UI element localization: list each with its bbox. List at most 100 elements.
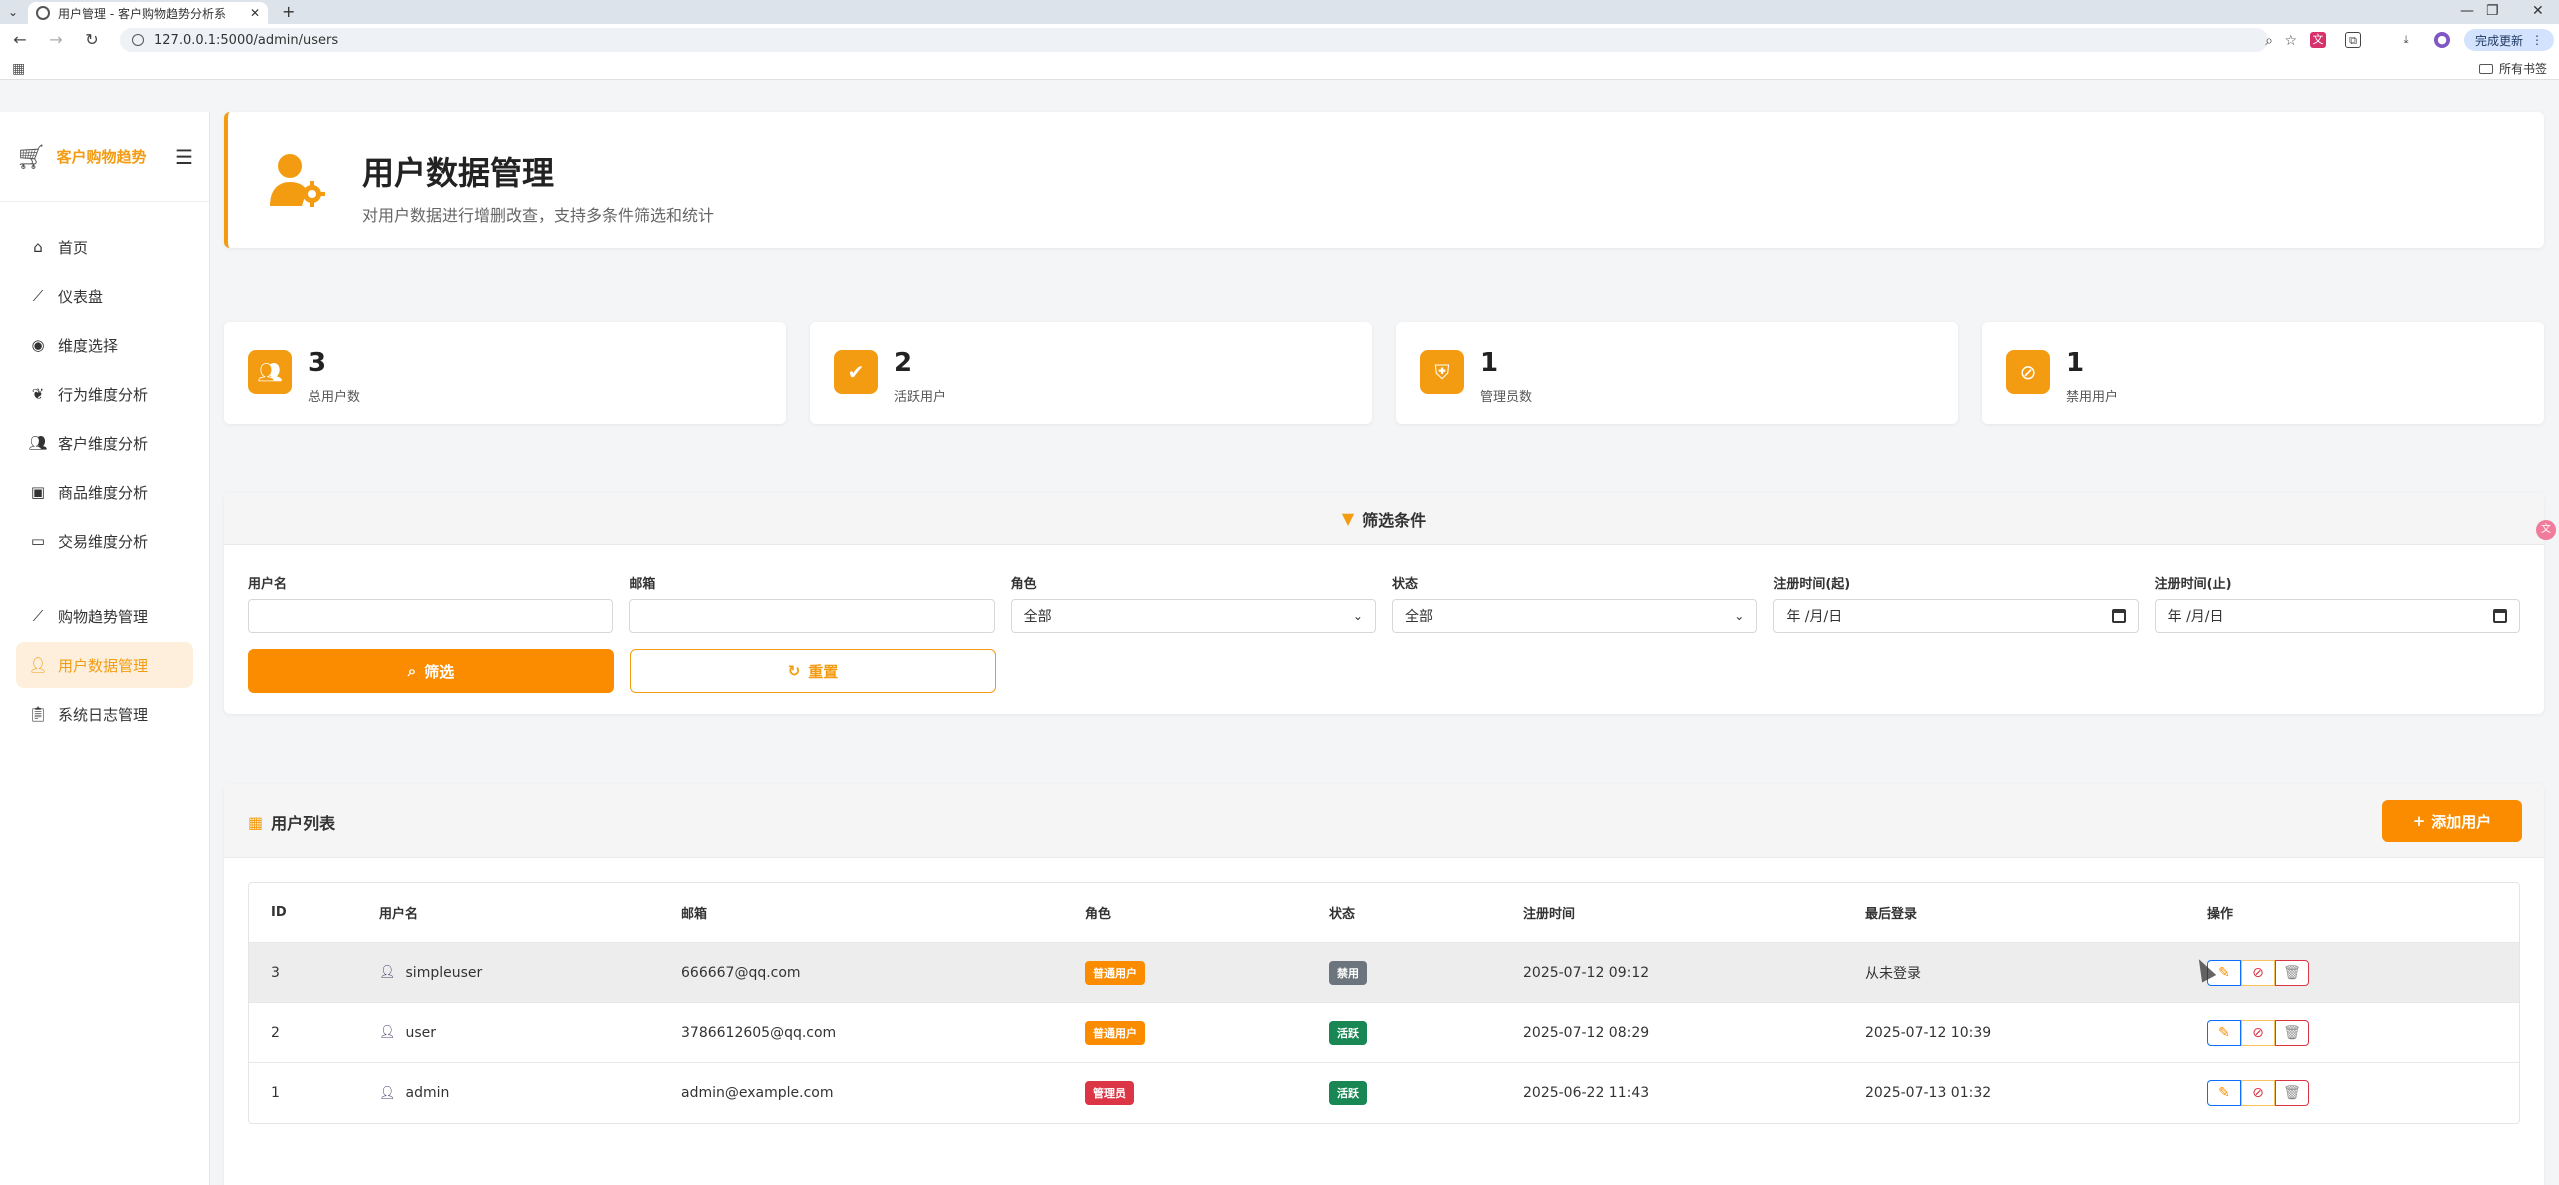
table-row[interactable]: 1 👤︎ admin admin@example.com 管理员 活跃 2025-… [249, 1063, 2519, 1123]
update-label: 完成更新 [2474, 33, 2523, 48]
brand: 🛒︎ 客户购物趋势 ☰ [0, 112, 209, 202]
column-header: 操作 [2207, 907, 2234, 922]
user-shield-icon: ⛨ [1420, 350, 1464, 394]
cell-last-login: 2025-07-12 10:39 [1865, 1024, 1992, 1041]
delete-button[interactable]: 🗑︎ [2275, 1080, 2309, 1106]
cell-registered: 2025-06-22 11:43 [1523, 1085, 1650, 1101]
page-title: 用户数据管理 [362, 154, 555, 192]
forward-icon[interactable]: → [46, 30, 66, 50]
restore-icon[interactable]: ❐ [2486, 3, 2499, 19]
translate-extension-icon[interactable]: 文 [2536, 520, 2556, 540]
table-header-row: ID 用户名 邮箱 角色 状态 注册时间 最后登录 操作 [249, 883, 2519, 943]
new-tab-icon[interactable]: + [282, 2, 295, 21]
delete-button[interactable]: 🗑︎ [2275, 1019, 2309, 1046]
apps-grid-icon[interactable]: ▦ [12, 61, 25, 77]
cell-status: 活跃 [1329, 1081, 1523, 1105]
edit-button[interactable]: ✎ [2207, 1080, 2241, 1106]
sidebar-item-customer-analysis[interactable]: 👥︎ 客户维度分析 [16, 420, 193, 466]
credit-card-icon: ▭ [30, 532, 46, 550]
minimize-icon[interactable]: — [2460, 3, 2474, 19]
hamburger-menu-icon[interactable]: ☰ [175, 145, 193, 169]
cell-email: admin@example.com [681, 1085, 834, 1101]
search-icon: ⌕ [407, 662, 417, 680]
stat-label: 管理员数 [1480, 390, 1533, 405]
toggle-ban-button[interactable]: ⊘ [2241, 1019, 2275, 1046]
stat-value: 1 [1480, 348, 1499, 378]
status-filter-label: 状态 [1391, 577, 1418, 592]
bookmark-star-icon[interactable]: ☆ [2284, 33, 2297, 49]
sidebar-item-label: 购物趋势管理 [58, 607, 149, 626]
status-filter-group: 状态 全部 ⌄ [1391, 573, 1758, 633]
browser-toolbar: ← → ↻ 127.0.0.1:5000/admin/users ⌕ ☆ 文 ⧉… [0, 24, 2559, 56]
update-button[interactable]: 完成更新 ⋮ [2464, 29, 2554, 51]
user-list-panel: ▦ 用户列表 + 添加用户 ID 用户名 邮箱 角色 状态 注册时间 最后登录 … [224, 784, 2544, 1185]
user-slash-icon: ⊘ [2006, 350, 2050, 394]
edit-button[interactable]: ✎ [2207, 1019, 2241, 1046]
toggle-ban-button[interactable]: ⊘ [2241, 1080, 2275, 1106]
cell-id: 3 [271, 964, 280, 981]
delete-button[interactable]: 🗑︎ [2275, 959, 2309, 986]
download-icon[interactable]: ⤓ [2398, 32, 2414, 48]
ban-icon: ⊘ [2252, 964, 2264, 981]
filter-button[interactable]: ⌕ 筛选 [248, 649, 614, 693]
sidebar-item-system-logs[interactable]: 📋︎ 系统日志管理 [16, 691, 193, 737]
sidebar-item-trend-management[interactable]: ⟋ 购物趋势管理 [16, 593, 193, 639]
tab-close-icon[interactable]: ✕ [250, 6, 260, 20]
browser-tab[interactable]: 用户管理 - 客户购物趋势分析系 ✕ [28, 2, 268, 24]
tab-search-chevron-icon[interactable]: ⌄ [4, 3, 22, 21]
sidebar-item-behavior-analysis[interactable]: ❦ 行为维度分析 [16, 371, 193, 417]
extensions-puzzle-icon[interactable]: ⧉ [2345, 32, 2361, 48]
trash-icon: 🗑︎ [2283, 1024, 2301, 1041]
cell-email: 3786612605@qq.com [681, 1024, 837, 1041]
role-filter-select[interactable]: 全部 ⌄ [1010, 599, 1376, 633]
status-filter-select[interactable]: 全部 ⌄ [1391, 599, 1758, 633]
username-text: simpleuser [405, 964, 483, 981]
extension-icon[interactable]: 文 [2310, 32, 2326, 48]
stat-card-disabled-users: ⊘ 1 禁用用户 [1982, 322, 2544, 424]
window-close-icon[interactable]: ✕ [2532, 3, 2544, 19]
brand-name[interactable]: 客户购物趋势 [56, 146, 165, 167]
status-filter-value: 全部 [1404, 609, 1433, 625]
sidebar-item-label: 客户维度分析 [58, 434, 149, 453]
stat-value: 1 [2066, 348, 2085, 378]
reg-end-date-input[interactable]: 年 /月/日 [2154, 599, 2520, 633]
pencil-icon: ✎ [2218, 964, 2230, 981]
sidebar-item-product-analysis[interactable]: ▣ 商品维度分析 [16, 469, 193, 515]
status-badge: 活跃 [1329, 1020, 1367, 1045]
reset-button[interactable]: ↻ 重置 [630, 649, 996, 693]
reg-start-filter-label: 注册时间(起) [1773, 577, 1851, 592]
all-bookmarks-button[interactable]: 所有书签 [2478, 60, 2547, 77]
stat-value: 2 [894, 348, 913, 378]
reg-start-date-value: 年 /月/日 [1786, 609, 1843, 625]
email-filter-label: 邮箱 [629, 577, 656, 592]
table-row[interactable]: 3 👤︎ simpleuser 666667@qq.com 普通用户 禁用 202… [249, 943, 2519, 1003]
sidebar-item-dashboard[interactable]: ⟋ 仪表盘 [16, 273, 193, 319]
table-row[interactable]: 2 👤︎ user 3786612605@qq.com 普通用户 活跃 2025-… [249, 1003, 2519, 1063]
add-user-button[interactable]: + 添加用户 [2382, 800, 2522, 842]
calendar-icon[interactable] [2111, 609, 2126, 623]
reg-start-date-input[interactable]: 年 /月/日 [1773, 599, 2139, 633]
bookmarks-bar: ▦ 所有书签 [0, 56, 2559, 80]
user-icon: 👤︎ [379, 1025, 396, 1040]
email-filter-input[interactable] [629, 599, 995, 633]
address-bar[interactable]: 127.0.0.1:5000/admin/users [120, 28, 2268, 52]
sidebar-item-dimension-select[interactable]: ◉ 维度选择 [16, 322, 193, 368]
zoom-icon[interactable]: ⌕ [2265, 33, 2273, 49]
all-bookmarks-label: 所有书签 [2498, 62, 2547, 76]
reset-button-label: 重置 [808, 662, 839, 681]
cell-id: 2 [271, 1024, 280, 1041]
username-filter-input[interactable] [248, 599, 614, 633]
profile-avatar-icon[interactable]: ● [2434, 32, 2450, 48]
back-icon[interactable]: ← [10, 30, 30, 50]
sidebar-item-home[interactable]: ⌂ 首页 [16, 224, 193, 270]
cell-status: 活跃 [1329, 1020, 1523, 1045]
calendar-icon[interactable] [2492, 609, 2507, 623]
reload-icon[interactable]: ↻ [82, 30, 102, 50]
sidebar-menu: ⌂ 首页 ⟋ 仪表盘 ◉ 维度选择 ❦ 行为维度分析 👥︎ 客户维度分析 ▣ 商品维度分析 … [0, 202, 209, 737]
sidebar-item-label: 首页 [58, 238, 89, 257]
sidebar-item-user-management[interactable]: 👤︎ 用户数据管理 [16, 642, 193, 688]
chevron-down-icon: ⌄ [1352, 609, 1363, 623]
toggle-ban-button[interactable]: ⊘ [2241, 959, 2275, 986]
sidebar-item-transaction-analysis[interactable]: ▭ 交易维度分析 [16, 518, 193, 564]
site-info-icon[interactable] [132, 34, 144, 46]
